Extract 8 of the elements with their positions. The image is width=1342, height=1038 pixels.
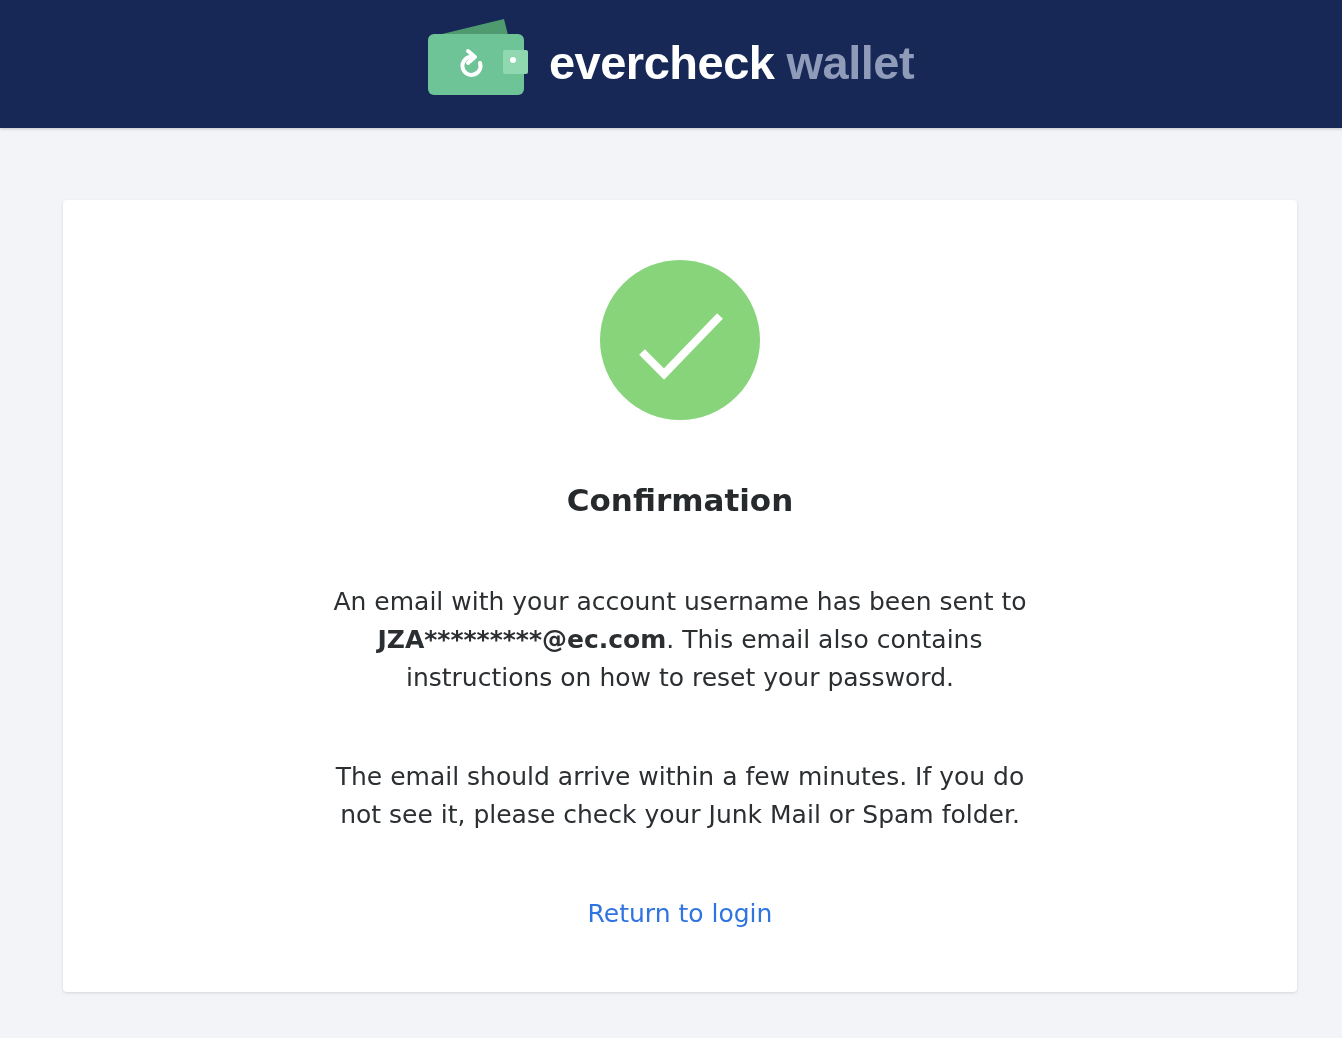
brand-name: evercheck [548, 34, 775, 90]
confirmation-title: Confirmation [566, 481, 794, 520]
wallet-icon [427, 19, 528, 95]
return-to-login-link[interactable]: Return to login [587, 895, 773, 933]
success-check-icon [600, 260, 760, 420]
spam-folder-note: The email should arrive within a few minutes. If you do not see it, please check your Junk Mail or Spam folder. [334, 761, 1026, 831]
product-name: wallet [786, 34, 915, 90]
confirmation-message: An email with your account username has been sent to JZA*********@ec.com. This email also contains instructions on how to reset your password. [332, 586, 1028, 694]
